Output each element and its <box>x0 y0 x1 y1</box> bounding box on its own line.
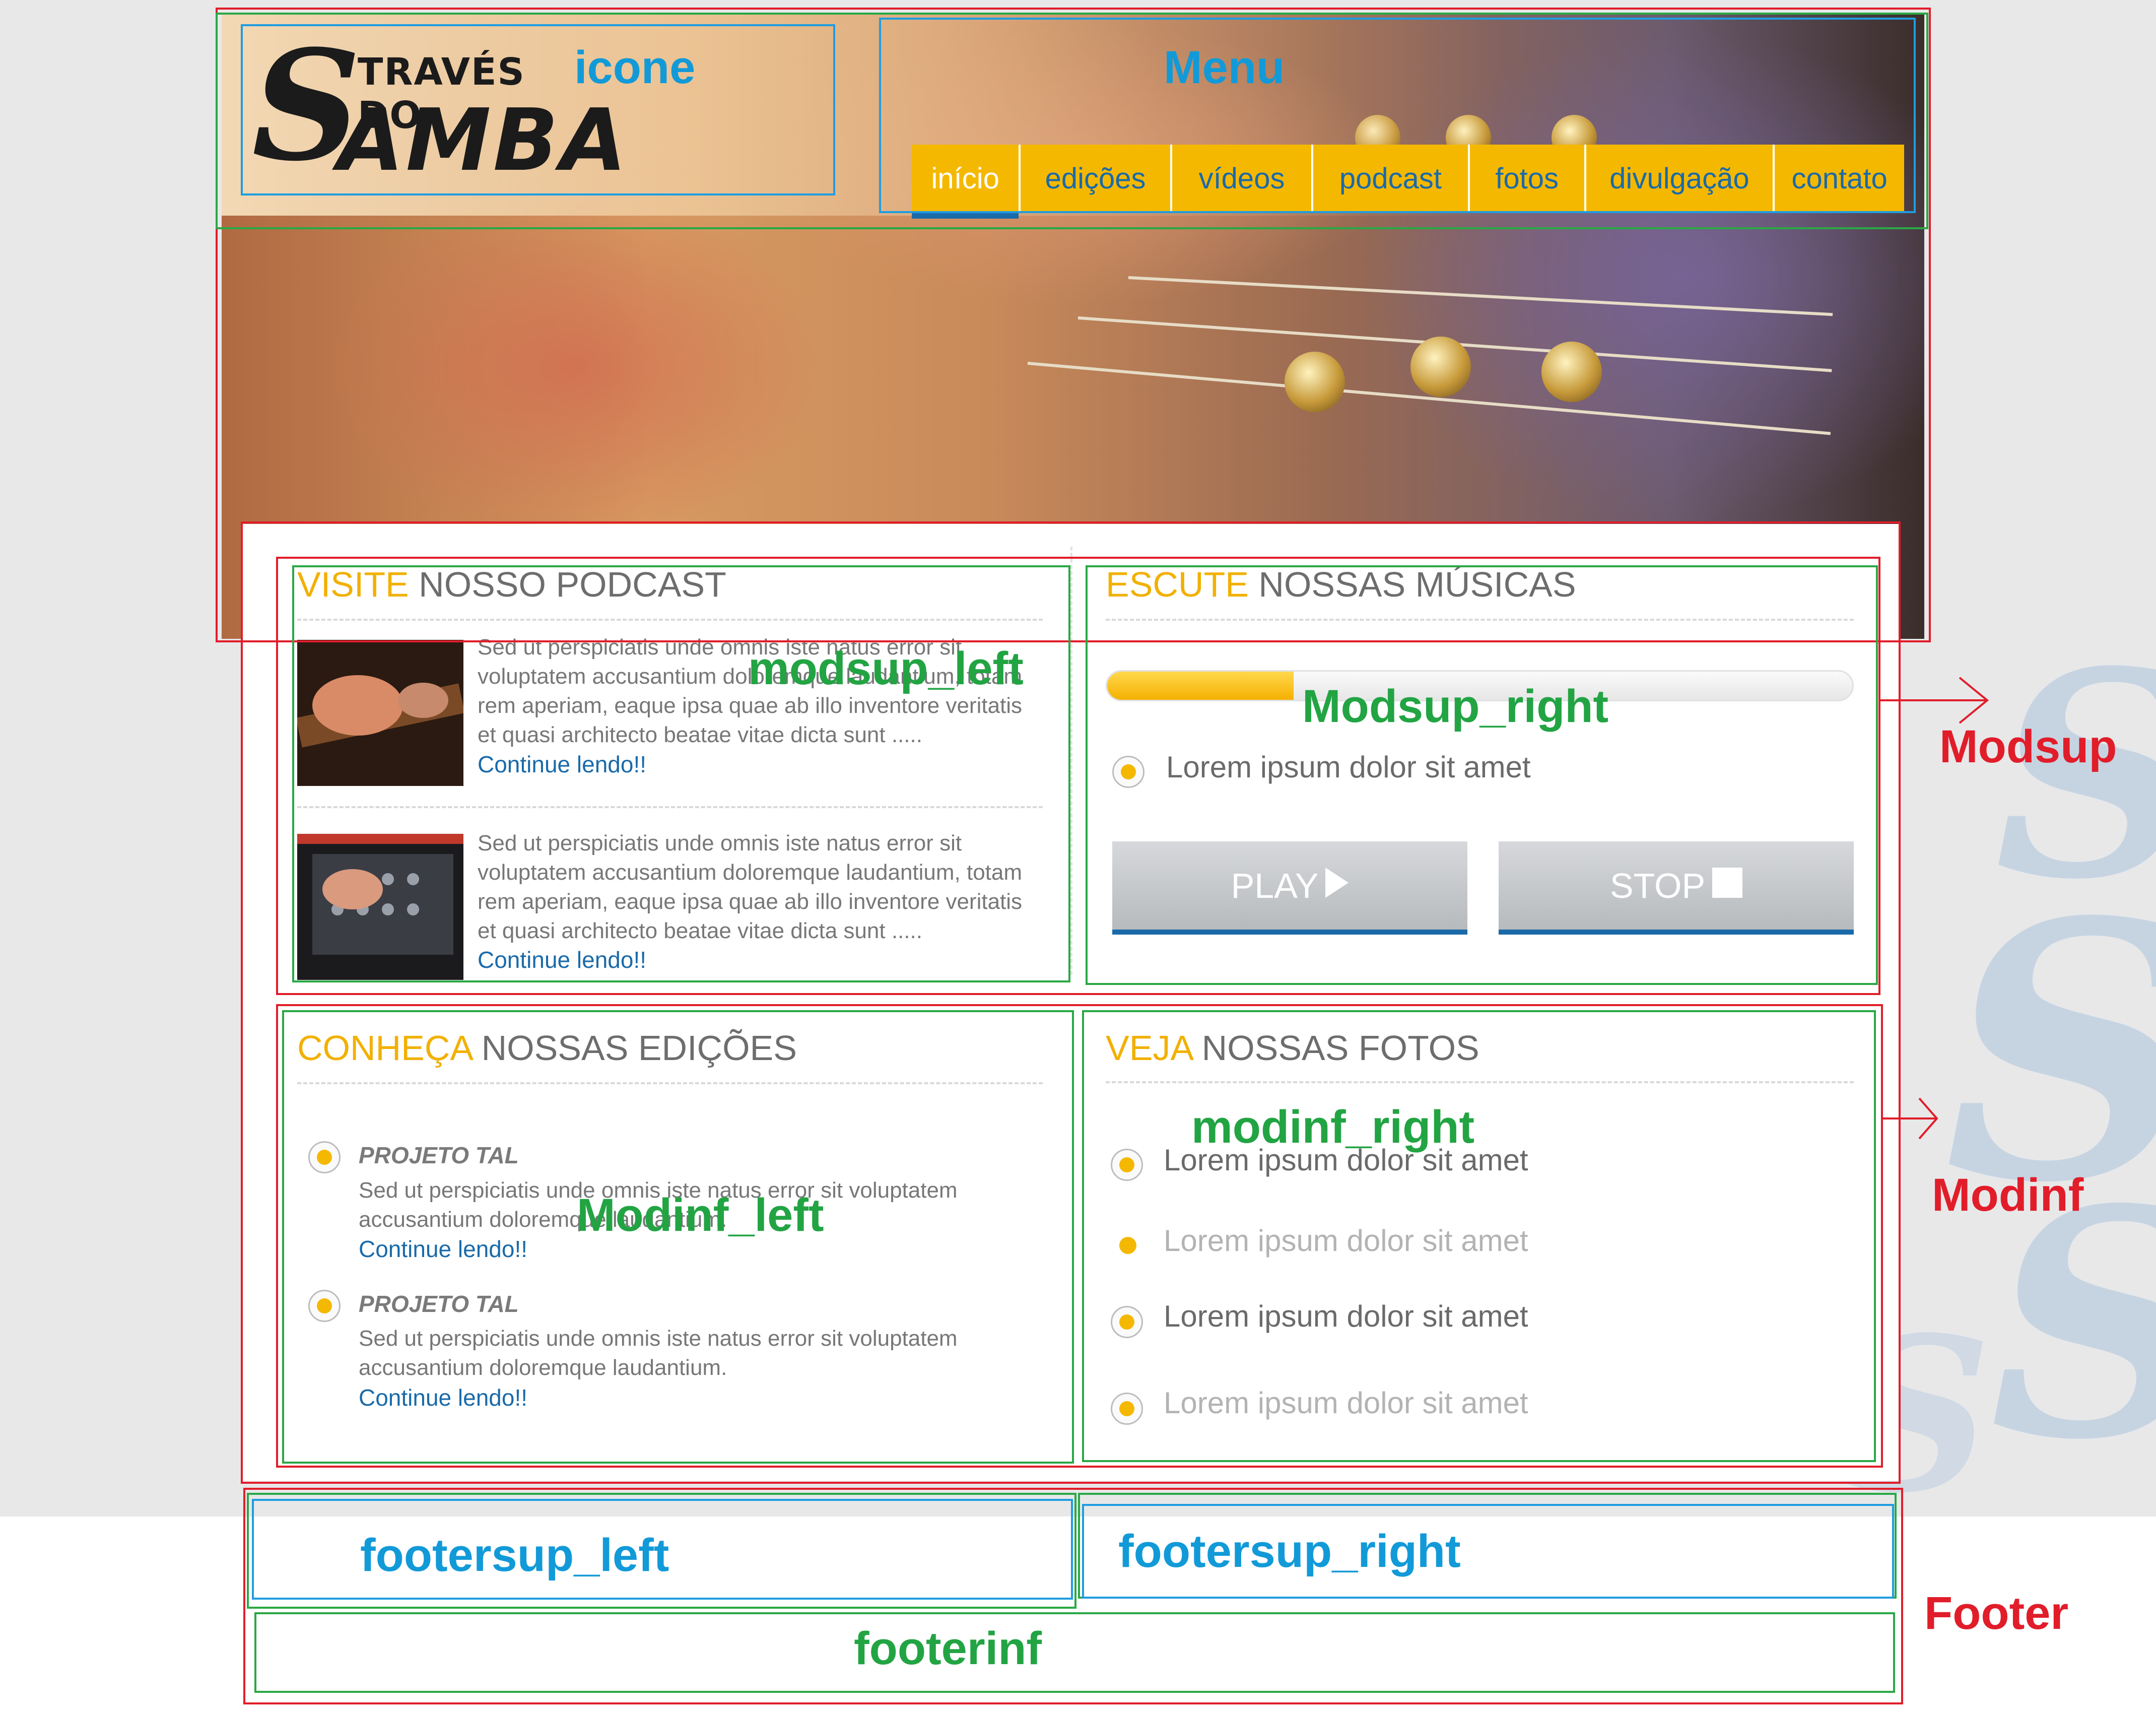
label-modinf: Modinf <box>1932 1169 2084 1221</box>
modinf-arrow-icon <box>1881 1097 1938 1140</box>
label-menu: Menu <box>1164 42 1285 93</box>
label-modinf-right: modinf_right <box>1191 1101 1475 1153</box>
label-modinf-left: Modinf_left <box>577 1190 824 1241</box>
modsup-left-outline <box>292 565 1070 982</box>
label-footersup-left: footersup_left <box>360 1530 669 1581</box>
label-footersup-right: footersup_right <box>1118 1526 1461 1577</box>
label-modsup-right: Modsup_right <box>1302 681 1609 732</box>
icone-region-outline <box>241 24 835 195</box>
footerinf-outline <box>254 1612 1895 1693</box>
modsup-right-outline <box>1086 565 1878 985</box>
modsup-arrow-icon <box>1879 677 1989 724</box>
label-modsup: Modsup <box>1939 721 2117 772</box>
menu-region-outline <box>879 18 1916 213</box>
modinf-right-outline <box>1082 1010 1876 1462</box>
label-footerinf: footerinf <box>854 1623 1042 1674</box>
label-footer: Footer <box>1924 1588 2069 1639</box>
label-modsup-left: modsup_left <box>748 643 1024 694</box>
label-icone: icone <box>574 42 696 93</box>
